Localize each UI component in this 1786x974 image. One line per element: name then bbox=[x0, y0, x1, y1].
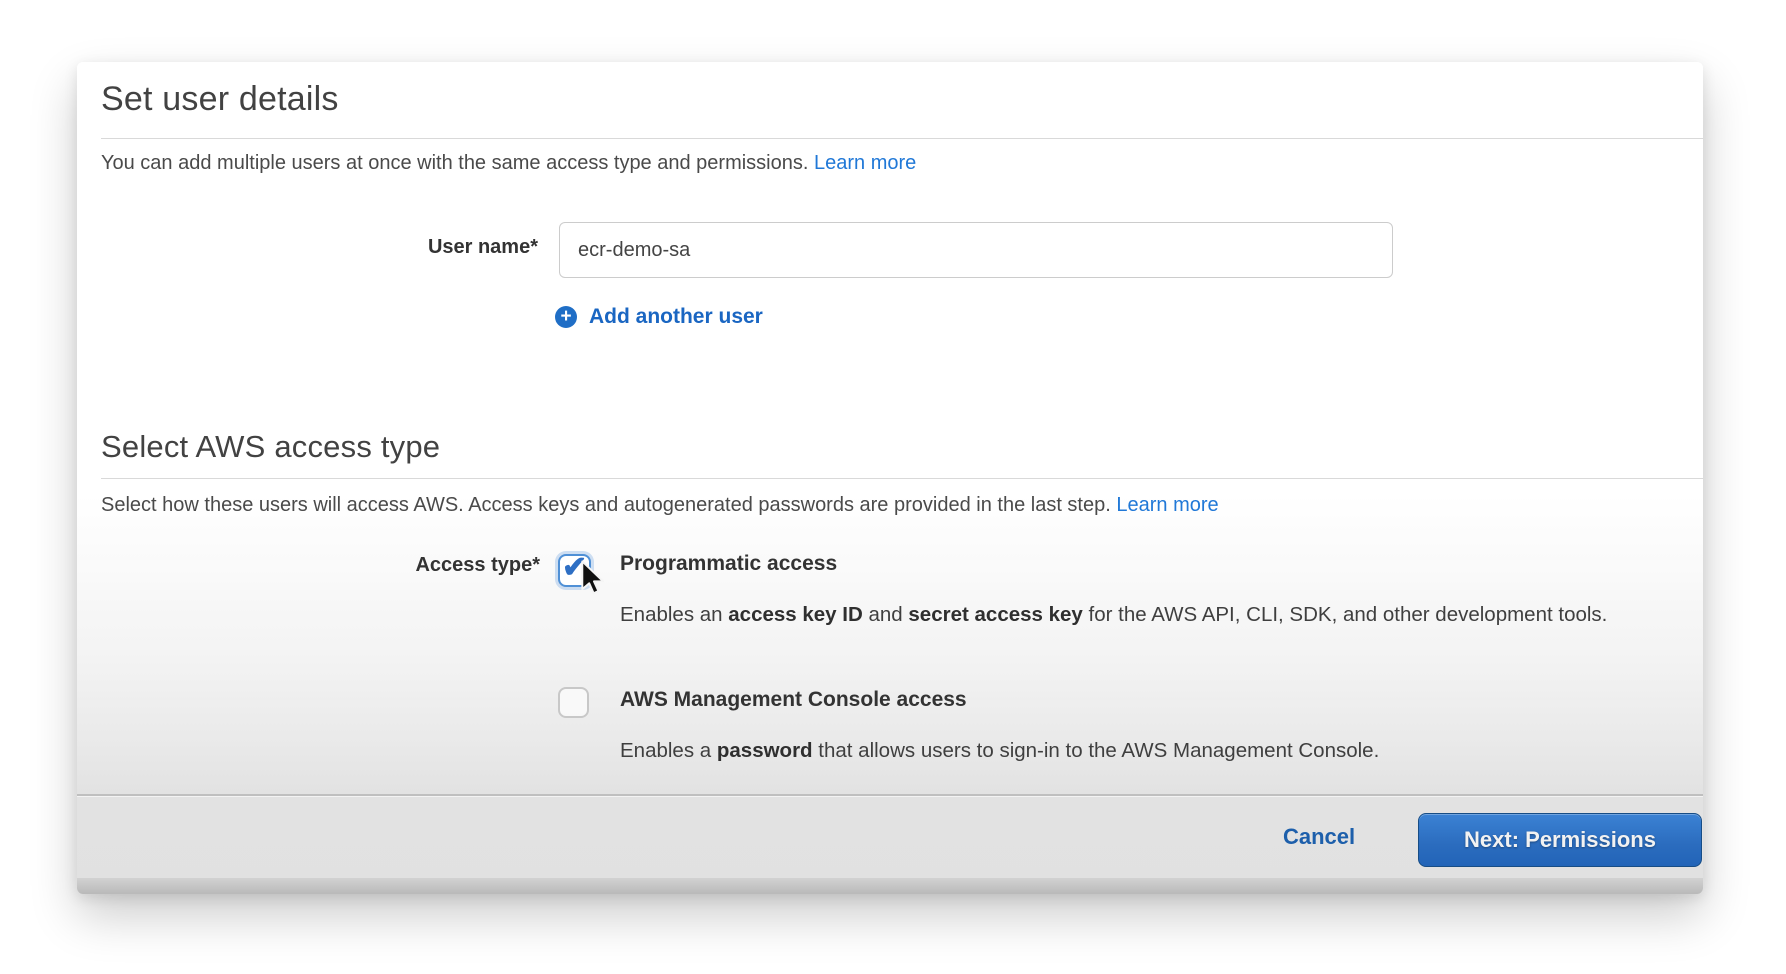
access-type-label: Access type* bbox=[77, 554, 540, 577]
learn-more-link-access-type[interactable]: Learn more bbox=[1116, 494, 1218, 516]
page-title: Set user details bbox=[101, 80, 339, 119]
learn-more-link-user-details[interactable]: Learn more bbox=[814, 152, 916, 174]
access-type-divider bbox=[101, 478, 1703, 479]
programmatic-access-title[interactable]: Programmatic access bbox=[620, 552, 837, 576]
user-details-intro: You can add multiple users at once with … bbox=[101, 152, 916, 175]
user-name-label: User name* bbox=[77, 236, 538, 259]
access-type-section-title: Select AWS access type bbox=[101, 429, 440, 465]
desc-text: and bbox=[863, 603, 909, 626]
desc-bold: secret access key bbox=[908, 603, 1082, 626]
desc-bold: password bbox=[717, 739, 813, 762]
user-details-intro-text: You can add multiple users at once with … bbox=[101, 152, 808, 174]
console-access-title[interactable]: AWS Management Console access bbox=[620, 688, 967, 712]
add-user-wizard-card: Set user details You can add multiple us… bbox=[77, 62, 1703, 894]
console-access-description: Enables a password that allows users to … bbox=[620, 732, 1610, 770]
plus-circle-icon: + bbox=[555, 306, 577, 328]
check-icon: ✔ bbox=[562, 550, 587, 585]
console-access-checkbox[interactable] bbox=[558, 687, 589, 718]
user-name-input[interactable] bbox=[559, 222, 1393, 278]
desc-text: Enables an bbox=[620, 603, 728, 626]
card-bottom-strip bbox=[77, 878, 1703, 894]
add-another-user-label: Add another user bbox=[589, 305, 763, 329]
desc-text: that allows users to sign-in to the AWS … bbox=[813, 739, 1380, 762]
desc-bold: access key ID bbox=[728, 603, 863, 626]
add-another-user-button[interactable]: + Add another user bbox=[555, 305, 763, 329]
footer-divider bbox=[77, 794, 1703, 796]
title-divider bbox=[101, 138, 1703, 139]
cancel-button[interactable]: Cancel bbox=[1283, 824, 1355, 850]
desc-text: for the AWS API, CLI, SDK, and other dev… bbox=[1083, 603, 1608, 626]
next-permissions-button[interactable]: Next: Permissions bbox=[1418, 813, 1702, 867]
desc-text: Enables a bbox=[620, 739, 717, 762]
access-type-intro-text: Select how these users will access AWS. … bbox=[101, 494, 1111, 516]
programmatic-access-description: Enables an access key ID and secret acce… bbox=[620, 596, 1610, 634]
access-type-intro: Select how these users will access AWS. … bbox=[101, 494, 1219, 517]
programmatic-access-checkbox[interactable]: ✔ bbox=[558, 554, 591, 587]
